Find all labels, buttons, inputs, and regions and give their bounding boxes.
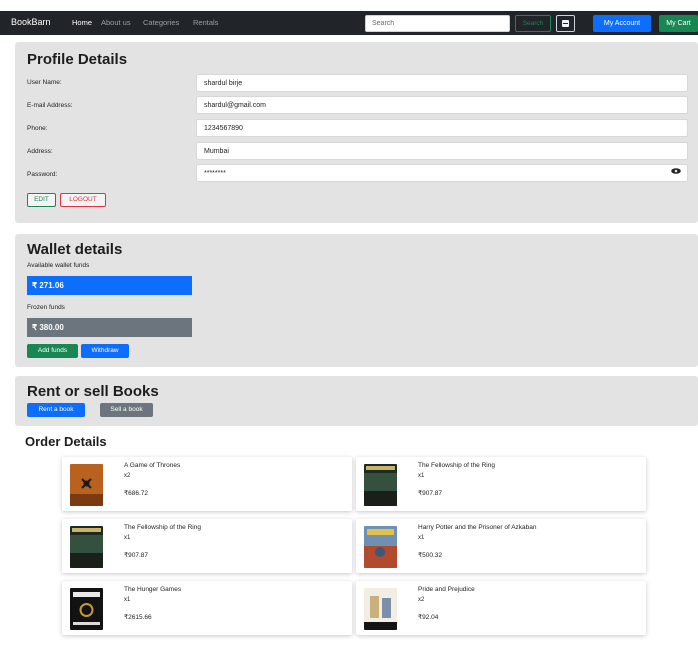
phone-field[interactable]: 1234567890 bbox=[196, 119, 688, 137]
brand-logo[interactable]: BookBarn bbox=[11, 17, 51, 27]
book-cover-image bbox=[364, 464, 397, 506]
wallet-panel: Wallet details Available wallet funds ₹ … bbox=[15, 234, 698, 367]
book-price: ₹907.87 bbox=[418, 490, 443, 497]
book-price: ₹500.32 bbox=[418, 552, 443, 559]
save-icon[interactable] bbox=[556, 15, 575, 32]
book-quantity: x1 bbox=[418, 535, 425, 541]
rent-sell-title: Rent or sell Books bbox=[27, 383, 159, 400]
book-cover-image bbox=[70, 526, 103, 568]
profile-title: Profile Details bbox=[27, 51, 128, 68]
book-title: The Fellowship of the Ring bbox=[124, 524, 201, 531]
eye-icon[interactable] bbox=[671, 168, 681, 174]
password-label: Password: bbox=[27, 171, 58, 178]
book-price: ₹2615.66 bbox=[124, 614, 152, 621]
book-price: ₹686.72 bbox=[124, 490, 149, 497]
nav-link-categories[interactable]: Categories bbox=[143, 18, 179, 27]
book-title: The Fellowship of the Ring bbox=[418, 462, 495, 469]
rent-sell-panel: Rent or sell Books Rent a book Sell a bo… bbox=[15, 376, 698, 426]
address-field[interactable]: Mumbai bbox=[196, 142, 688, 160]
book-quantity: x1 bbox=[124, 535, 131, 541]
withdraw-button[interactable]: Withdraw bbox=[81, 344, 129, 358]
available-funds-label: Available wallet funds bbox=[27, 262, 90, 269]
frozen-funds-value: ₹ 380.00 bbox=[27, 318, 192, 337]
order-card[interactable]: Pride and Prejudice x2 ₹92.04 bbox=[356, 581, 646, 635]
nav-link-home[interactable]: Home bbox=[72, 18, 92, 27]
book-cover-image bbox=[364, 588, 397, 630]
book-quantity: x1 bbox=[418, 473, 425, 479]
order-card[interactable]: The Fellowship of the Ring x1 ₹907.87 bbox=[62, 519, 352, 573]
nav-link-about[interactable]: About us bbox=[101, 18, 131, 27]
address-label: Address: bbox=[27, 148, 53, 155]
book-cover-image bbox=[70, 588, 103, 630]
book-title: The Hunger Games bbox=[124, 586, 182, 593]
rent-book-button[interactable]: Rent a book bbox=[27, 403, 85, 417]
my-cart-button[interactable]: My Cart bbox=[659, 15, 698, 32]
logout-button[interactable]: LOGOUT bbox=[60, 193, 106, 207]
add-funds-button[interactable]: Add funds bbox=[27, 344, 78, 358]
my-account-button[interactable]: My Account bbox=[593, 15, 651, 32]
password-field[interactable]: ******** bbox=[196, 164, 688, 182]
book-quantity: x1 bbox=[124, 597, 131, 603]
order-card[interactable]: The Fellowship of the Ring x1 ₹907.87 bbox=[356, 457, 646, 511]
book-title: Pride and Prejudice bbox=[418, 586, 475, 593]
orders-title: Order Details bbox=[25, 434, 107, 449]
book-price: ₹92.04 bbox=[418, 614, 439, 621]
order-card[interactable]: The Hunger Games x1 ₹2615.66 bbox=[62, 581, 352, 635]
frozen-funds-label: Frozen funds bbox=[27, 304, 65, 311]
sell-book-button[interactable]: Sell a book bbox=[100, 403, 153, 417]
wallet-title: Wallet details bbox=[27, 241, 123, 258]
book-title: Harry Potter and the Prisoner of Azkaban bbox=[418, 524, 537, 531]
profile-panel: Profile Details User Name: shardul birje… bbox=[15, 42, 698, 223]
order-card[interactable]: Harry Potter and the Prisoner of Azkaban… bbox=[356, 519, 646, 573]
book-cover-image bbox=[70, 464, 103, 506]
book-quantity: x2 bbox=[418, 597, 425, 603]
book-title: A Game of Thrones bbox=[124, 462, 181, 469]
available-funds-value: ₹ 271.06 bbox=[27, 276, 192, 295]
book-quantity: x2 bbox=[124, 473, 131, 479]
email-label: E-mail Address: bbox=[27, 102, 73, 109]
search-button[interactable]: Search bbox=[515, 15, 551, 32]
nav-link-rentals[interactable]: Rentals bbox=[193, 18, 218, 27]
user-name-label: User Name: bbox=[27, 79, 62, 86]
book-price: ₹907.87 bbox=[124, 552, 149, 559]
phone-label: Phone: bbox=[27, 125, 48, 132]
search-input[interactable] bbox=[365, 15, 510, 32]
navbar: BookBarn Home About us Categories Rental… bbox=[0, 11, 698, 35]
user-name-field[interactable]: shardul birje bbox=[196, 74, 688, 92]
order-card[interactable]: A Game of Thrones x2 ₹686.72 bbox=[62, 457, 352, 511]
edit-button[interactable]: EDIT bbox=[27, 193, 56, 207]
email-field[interactable]: shardul@gmail.com bbox=[196, 96, 688, 114]
book-cover-image bbox=[364, 526, 397, 568]
